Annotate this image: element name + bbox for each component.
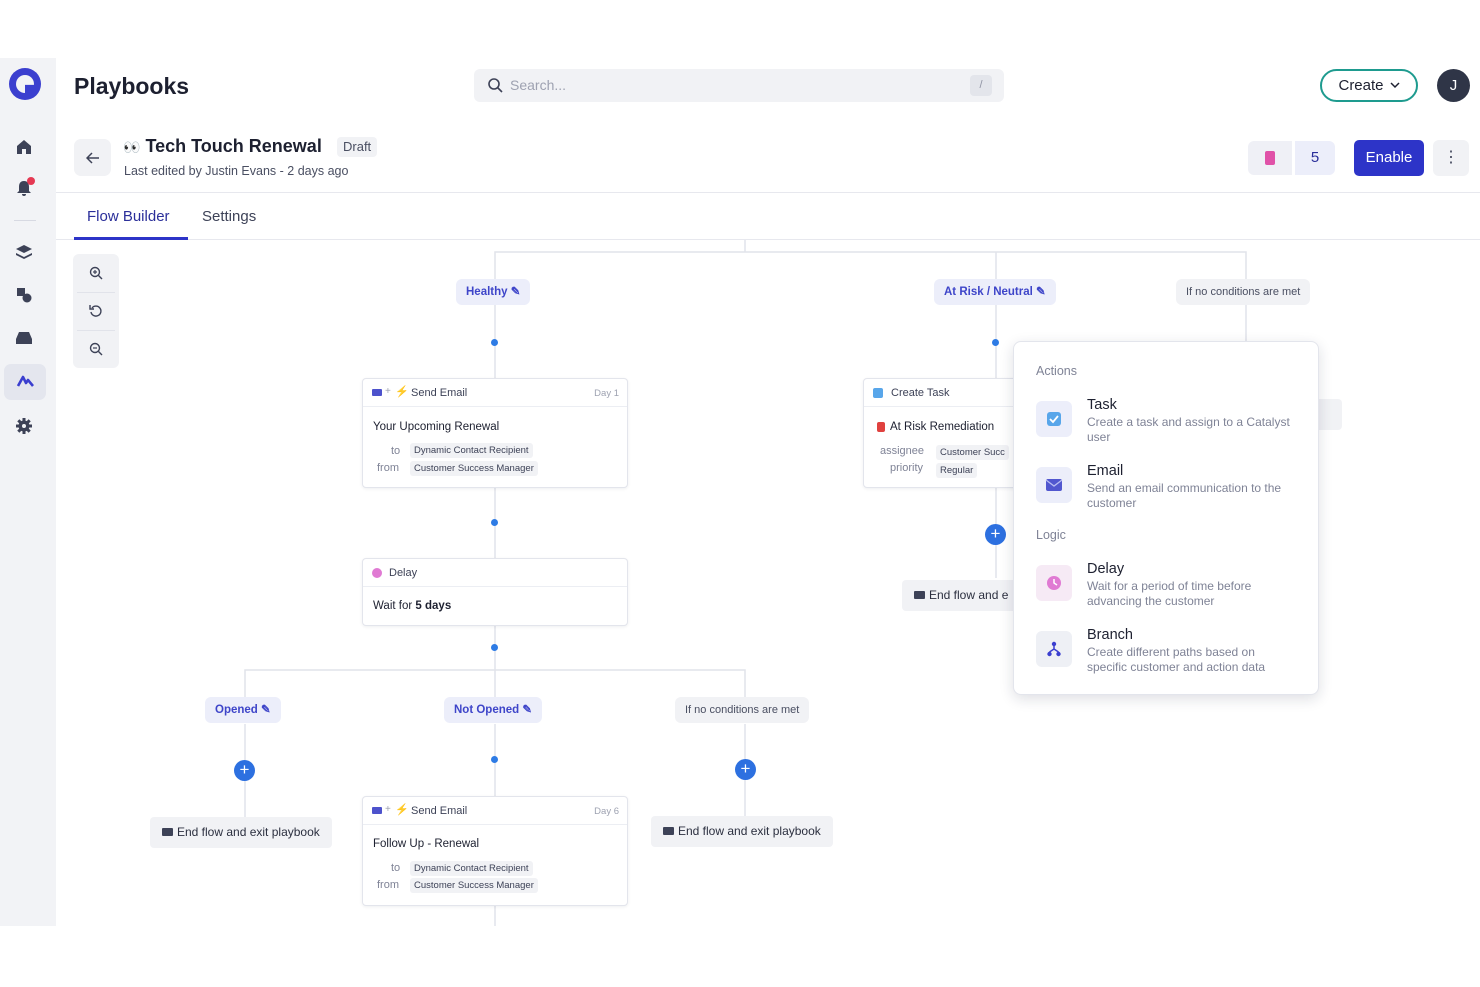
priority-value: Regular bbox=[936, 463, 978, 478]
menu-item-desc: Create a task and assign to a Catalyst u… bbox=[1087, 415, 1290, 444]
branch-no-conditions[interactable]: If no conditions are met bbox=[1176, 279, 1311, 305]
alert-icon bbox=[877, 422, 885, 432]
flag-icon bbox=[914, 591, 925, 599]
edit-pencil-icon[interactable]: ✎ bbox=[511, 286, 521, 298]
delay-text: Wait for 5 days bbox=[373, 600, 451, 612]
menu-item-title: Branch bbox=[1087, 627, 1133, 643]
lightning-icon: ⚡ bbox=[395, 804, 409, 816]
edit-pencil-icon[interactable]: ✎ bbox=[1036, 286, 1046, 298]
add-step-button[interactable]: + bbox=[735, 759, 756, 780]
to-value: Dynamic Contact Recipient bbox=[410, 443, 533, 458]
branch-not-opened[interactable]: Not Opened ✎ bbox=[444, 697, 543, 723]
to-value: Dynamic Contact Recipient bbox=[410, 861, 533, 876]
end-flow-button[interactable]: End flow and exit playbook bbox=[150, 817, 332, 848]
branch-opened[interactable]: Opened ✎ bbox=[205, 697, 281, 723]
card-header: + ⚡ Send Email Day 6 bbox=[363, 797, 627, 825]
from-label: from bbox=[377, 462, 399, 474]
menu-item-desc: Wait for a period of time before advanci… bbox=[1087, 579, 1252, 608]
menu-item-desc: Create different paths based on specific… bbox=[1087, 645, 1266, 674]
menu-section-logic: Logic bbox=[1036, 528, 1066, 542]
menu-item-desc: Send an email communication to the custo… bbox=[1087, 481, 1282, 510]
card-header: Delay bbox=[363, 559, 627, 587]
task-subject: At Risk Remediation bbox=[890, 421, 995, 433]
connector-node[interactable] bbox=[992, 339, 999, 346]
email-icon bbox=[372, 807, 382, 814]
from-value: Customer Success Manager bbox=[410, 878, 538, 893]
from-value: Customer Success Manager bbox=[410, 461, 538, 476]
plus-separator: + bbox=[385, 804, 391, 815]
end-flow-button[interactable]: End flow and exit playbook bbox=[651, 816, 833, 847]
card-header: + ⚡ Send Email Day 1 bbox=[363, 379, 627, 407]
menu-item-title: Email bbox=[1087, 463, 1124, 479]
connector-node[interactable] bbox=[491, 519, 498, 526]
card-day-label: Day 6 bbox=[594, 806, 619, 817]
card-type-label: Delay bbox=[389, 567, 418, 579]
end-flow-label: End flow and exit playbook bbox=[678, 824, 821, 838]
flag-icon bbox=[162, 828, 173, 836]
task-icon bbox=[1036, 401, 1072, 437]
task-checkbox-icon bbox=[873, 388, 883, 398]
branch-at-risk-label: At Risk / Neutral bbox=[944, 286, 1033, 298]
send-email-card[interactable]: + ⚡ Send Email Day 1 Your Upcoming Renew… bbox=[362, 378, 628, 488]
end-flow-button[interactable]: End flow and e bbox=[902, 580, 1022, 611]
connector-node[interactable] bbox=[491, 644, 498, 651]
email-icon bbox=[1036, 467, 1072, 503]
delay-icon bbox=[1036, 565, 1072, 601]
flag-icon bbox=[663, 827, 674, 835]
lightning-icon: ⚡ bbox=[395, 386, 409, 398]
email-subject: Your Upcoming Renewal bbox=[373, 421, 500, 433]
branch-no-conditions-2[interactable]: If no conditions are met bbox=[675, 697, 810, 723]
branch-at-risk[interactable]: At Risk / Neutral ✎ bbox=[934, 279, 1056, 305]
branch-icon bbox=[1036, 631, 1072, 667]
connector-node[interactable] bbox=[491, 756, 498, 763]
branch-healthy[interactable]: Healthy ✎ bbox=[456, 279, 531, 305]
connector-node[interactable] bbox=[491, 339, 498, 346]
add-step-menu: Actions Task Create a task and assign to… bbox=[1013, 341, 1319, 695]
email-icon bbox=[372, 389, 382, 396]
send-email-card[interactable]: + ⚡ Send Email Day 6 Follow Up - Renewal… bbox=[362, 796, 628, 906]
menu-item-title: Delay bbox=[1087, 561, 1125, 577]
branch-healthy-label: Healthy bbox=[466, 286, 508, 298]
to-label: to bbox=[391, 445, 401, 457]
assignee-label: assignee bbox=[880, 445, 925, 457]
delay-prefix: Wait for bbox=[373, 600, 413, 612]
card-type-label: Create Task bbox=[891, 387, 950, 399]
clock-icon bbox=[372, 568, 382, 578]
app-window: Playbooks Search... / Create J 👀 Tech To… bbox=[0, 58, 1480, 926]
edit-pencil-icon[interactable]: ✎ bbox=[261, 704, 271, 716]
edit-pencil-icon[interactable]: ✎ bbox=[522, 704, 532, 716]
delay-duration: 5 days bbox=[415, 600, 452, 612]
menu-item-title: Task bbox=[1087, 397, 1117, 413]
menu-section-actions: Actions bbox=[1036, 364, 1077, 378]
delay-card[interactable]: Delay Wait for 5 days bbox=[362, 558, 628, 626]
from-label: from bbox=[377, 879, 399, 891]
to-label: to bbox=[391, 862, 401, 874]
branch-not-opened-label: Not Opened bbox=[454, 704, 520, 716]
plus-separator: + bbox=[385, 386, 391, 397]
email-subject: Follow Up - Renewal bbox=[373, 838, 480, 850]
add-step-button[interactable]: + bbox=[234, 760, 255, 781]
end-flow-label: End flow and e bbox=[929, 588, 1009, 602]
card-type-label: Send Email bbox=[411, 387, 468, 399]
card-type-label: Send Email bbox=[411, 805, 468, 817]
branch-opened-label: Opened bbox=[215, 704, 258, 716]
assignee-value: Customer Succ bbox=[936, 445, 1009, 460]
end-flow-label: End flow and exit playbook bbox=[177, 825, 320, 839]
priority-label: priority bbox=[890, 462, 924, 474]
card-day-label: Day 1 bbox=[594, 388, 619, 399]
add-step-button[interactable]: + bbox=[985, 524, 1006, 545]
